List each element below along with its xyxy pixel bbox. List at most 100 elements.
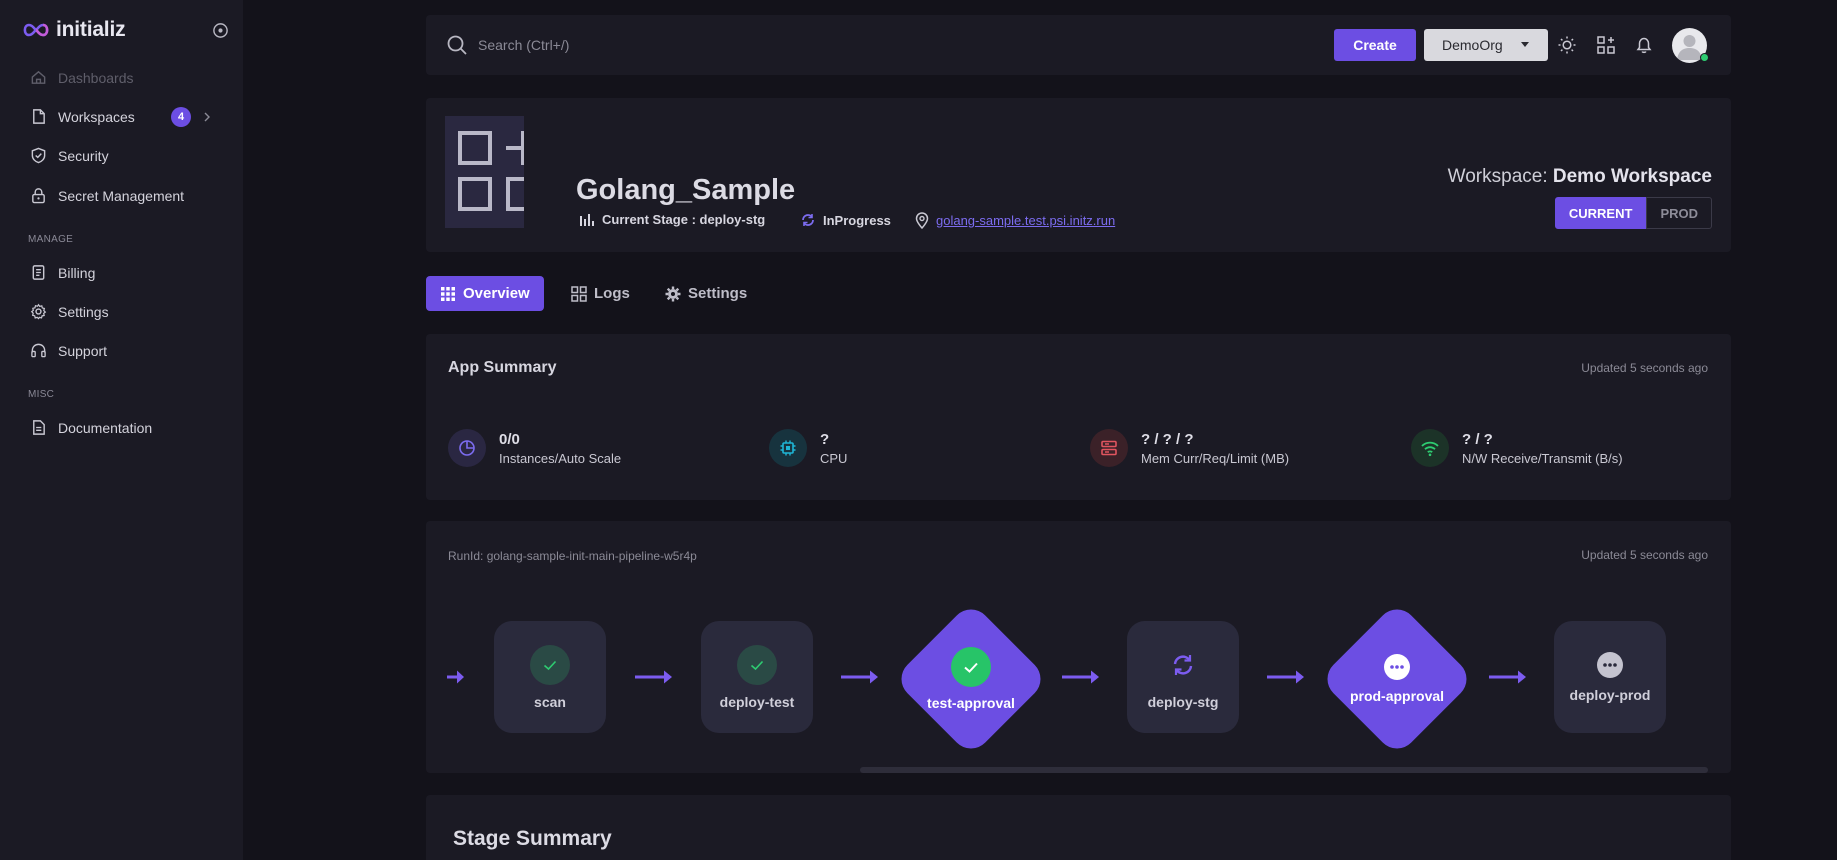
- check-icon: [737, 644, 777, 685]
- sidebar-item-label: Settings: [58, 303, 109, 320]
- tab-label: Settings: [688, 285, 748, 302]
- cpu-chip-icon: [769, 429, 807, 467]
- org-selector-label: DemoOrg: [1442, 37, 1503, 53]
- stage-summary-title: Stage Summary: [453, 827, 612, 850]
- grid-icon: [441, 286, 455, 301]
- tab-label: Overview: [463, 285, 530, 302]
- sidebar-item-billing[interactable]: Billing: [30, 264, 95, 281]
- pipeline-stage-deploy-prod[interactable]: deploy-prod: [1554, 621, 1666, 733]
- search-input[interactable]: [478, 33, 878, 57]
- stage-label: scan: [534, 693, 566, 710]
- top-bar: Create DemoOrg: [426, 15, 1731, 75]
- sidebar-item-dashboards[interactable]: Dashboards: [30, 69, 134, 86]
- metric-label: Mem Curr/Req/Limit (MB): [1141, 450, 1290, 466]
- pipeline-stage-deploy-stg[interactable]: deploy-stg: [1127, 621, 1239, 733]
- home-icon: [31, 70, 46, 84]
- sidebar-item-label: Dashboards: [58, 69, 134, 86]
- create-button[interactable]: Create: [1334, 29, 1416, 61]
- app-name: Golang_Sample: [576, 174, 796, 206]
- app-summary-card: App Summary Updated 5 seconds ago 0/0 In…: [426, 334, 1731, 500]
- lock-icon: [32, 188, 45, 204]
- env-current-button[interactable]: CURRENT: [1554, 197, 1647, 229]
- app-logo: [445, 116, 540, 228]
- section-label-misc: MISC: [28, 389, 55, 400]
- bell-icon[interactable]: [1634, 35, 1654, 55]
- app-header-card: Golang_Sample Current Stage : deploy-stg…: [426, 98, 1731, 252]
- environment-toggle: CURRENT PROD: [1554, 197, 1712, 229]
- pipeline-run-id: RunId: golang-sample-init-main-pipeline-…: [448, 549, 697, 563]
- sidebar-item-security[interactable]: Security: [30, 147, 109, 164]
- tab-logs[interactable]: Logs: [557, 276, 644, 311]
- sidebar-item-label: Secret Management: [58, 187, 185, 204]
- app-summary-title: App Summary: [448, 359, 557, 376]
- pipeline-stage-deploy-test[interactable]: deploy-test: [701, 621, 813, 733]
- sidebar-item-settings[interactable]: Settings: [30, 303, 109, 320]
- workspaces-count-badge: 4: [171, 107, 191, 127]
- shield-icon: [31, 147, 46, 164]
- chevron-right-icon[interactable]: [202, 112, 212, 122]
- env-prod-button[interactable]: PROD: [1646, 197, 1712, 229]
- org-selector[interactable]: DemoOrg: [1424, 29, 1548, 61]
- pipeline-card: RunId: golang-sample-init-main-pipeline-…: [426, 521, 1731, 773]
- sidebar-item-label: Workspaces: [58, 108, 135, 125]
- sidebar-item-support[interactable]: Support: [30, 342, 107, 359]
- tab-settings[interactable]: Settings: [651, 276, 761, 311]
- metric-instances: 0/0 Instances/Auto Scale: [448, 429, 621, 467]
- sync-icon: [802, 214, 814, 226]
- workspace-prefix: Workspace:: [1447, 166, 1548, 187]
- pipeline-stage-test-approval[interactable]: test-approval: [893, 601, 1049, 757]
- arrow-right-icon: [1062, 670, 1099, 684]
- section-label-manage: MANAGE: [28, 234, 74, 245]
- current-stage-info: Current Stage : deploy-stg: [579, 212, 765, 227]
- stage-label: test-approval: [927, 695, 1015, 711]
- server-icon: [1090, 429, 1128, 467]
- caret-down-icon: [1521, 42, 1529, 47]
- collapse-sidebar-icon[interactable]: [212, 22, 229, 39]
- search-icon: [447, 35, 467, 55]
- stage-label: deploy-prod: [1569, 686, 1651, 703]
- location-pin-icon: [915, 212, 929, 229]
- check-icon: [951, 647, 991, 687]
- metric-label: Instances/Auto Scale: [499, 450, 622, 466]
- sidebar-item-label: Support: [58, 342, 108, 359]
- metric-network: ? / ? N/W Receive/Transmit (B/s): [1411, 429, 1623, 467]
- sidebar-item-label: Security: [58, 147, 109, 164]
- metric-label: N/W Receive/Transmit (B/s): [1462, 450, 1623, 466]
- metric-value: ?: [820, 430, 830, 448]
- tab-label: Logs: [594, 285, 630, 302]
- sidebar-item-documentation[interactable]: Documentation: [30, 419, 152, 436]
- document-icon: [33, 420, 45, 435]
- pipeline-stage-prod-approval[interactable]: prod-approval: [1319, 601, 1475, 757]
- check-icon: [530, 644, 570, 685]
- bar-chart-icon: [580, 213, 594, 226]
- sun-icon[interactable]: [1557, 35, 1577, 55]
- grid-icon: [571, 285, 587, 302]
- sync-icon: [1163, 645, 1203, 685]
- pipeline-stage-scan[interactable]: scan: [494, 621, 606, 733]
- receipt-icon: [32, 265, 45, 280]
- stage-label: deploy-test: [719, 693, 795, 710]
- more-dots-icon: [1597, 651, 1623, 678]
- metric-memory: ? / ? / ? Mem Curr/Req/Limit (MB): [1090, 429, 1289, 467]
- app-url-link[interactable]: golang-sample.test.psi.initz.run: [936, 213, 1115, 228]
- gear-icon: [30, 303, 47, 320]
- sidebar-item-secret-management[interactable]: Secret Management: [30, 187, 184, 204]
- more-dots-icon: [1384, 654, 1410, 680]
- arrow-right-icon: [635, 670, 672, 684]
- workspace-label: Workspace: Demo Workspace: [1448, 166, 1712, 188]
- brand-name: initializ: [56, 18, 126, 41]
- brand-logo[interactable]: initializ: [22, 18, 126, 42]
- arrow-right-icon: [1267, 670, 1304, 684]
- wifi-icon: [1411, 429, 1449, 467]
- infinity-icon: [23, 23, 49, 37]
- arrow-right-icon: [447, 670, 464, 684]
- online-status-dot: [1700, 53, 1709, 62]
- pipeline-updated: Updated 5 seconds ago: [1581, 548, 1708, 562]
- sidebar-item-workspaces[interactable]: Workspaces: [30, 108, 135, 125]
- sidebar-item-label: Billing: [58, 264, 96, 281]
- pipeline-scrollbar[interactable]: [860, 767, 1708, 773]
- tab-overview[interactable]: Overview: [426, 276, 544, 311]
- pie-chart-icon: [448, 429, 486, 467]
- apps-add-icon[interactable]: [1596, 35, 1616, 55]
- stage-label: deploy-stg: [1147, 693, 1219, 710]
